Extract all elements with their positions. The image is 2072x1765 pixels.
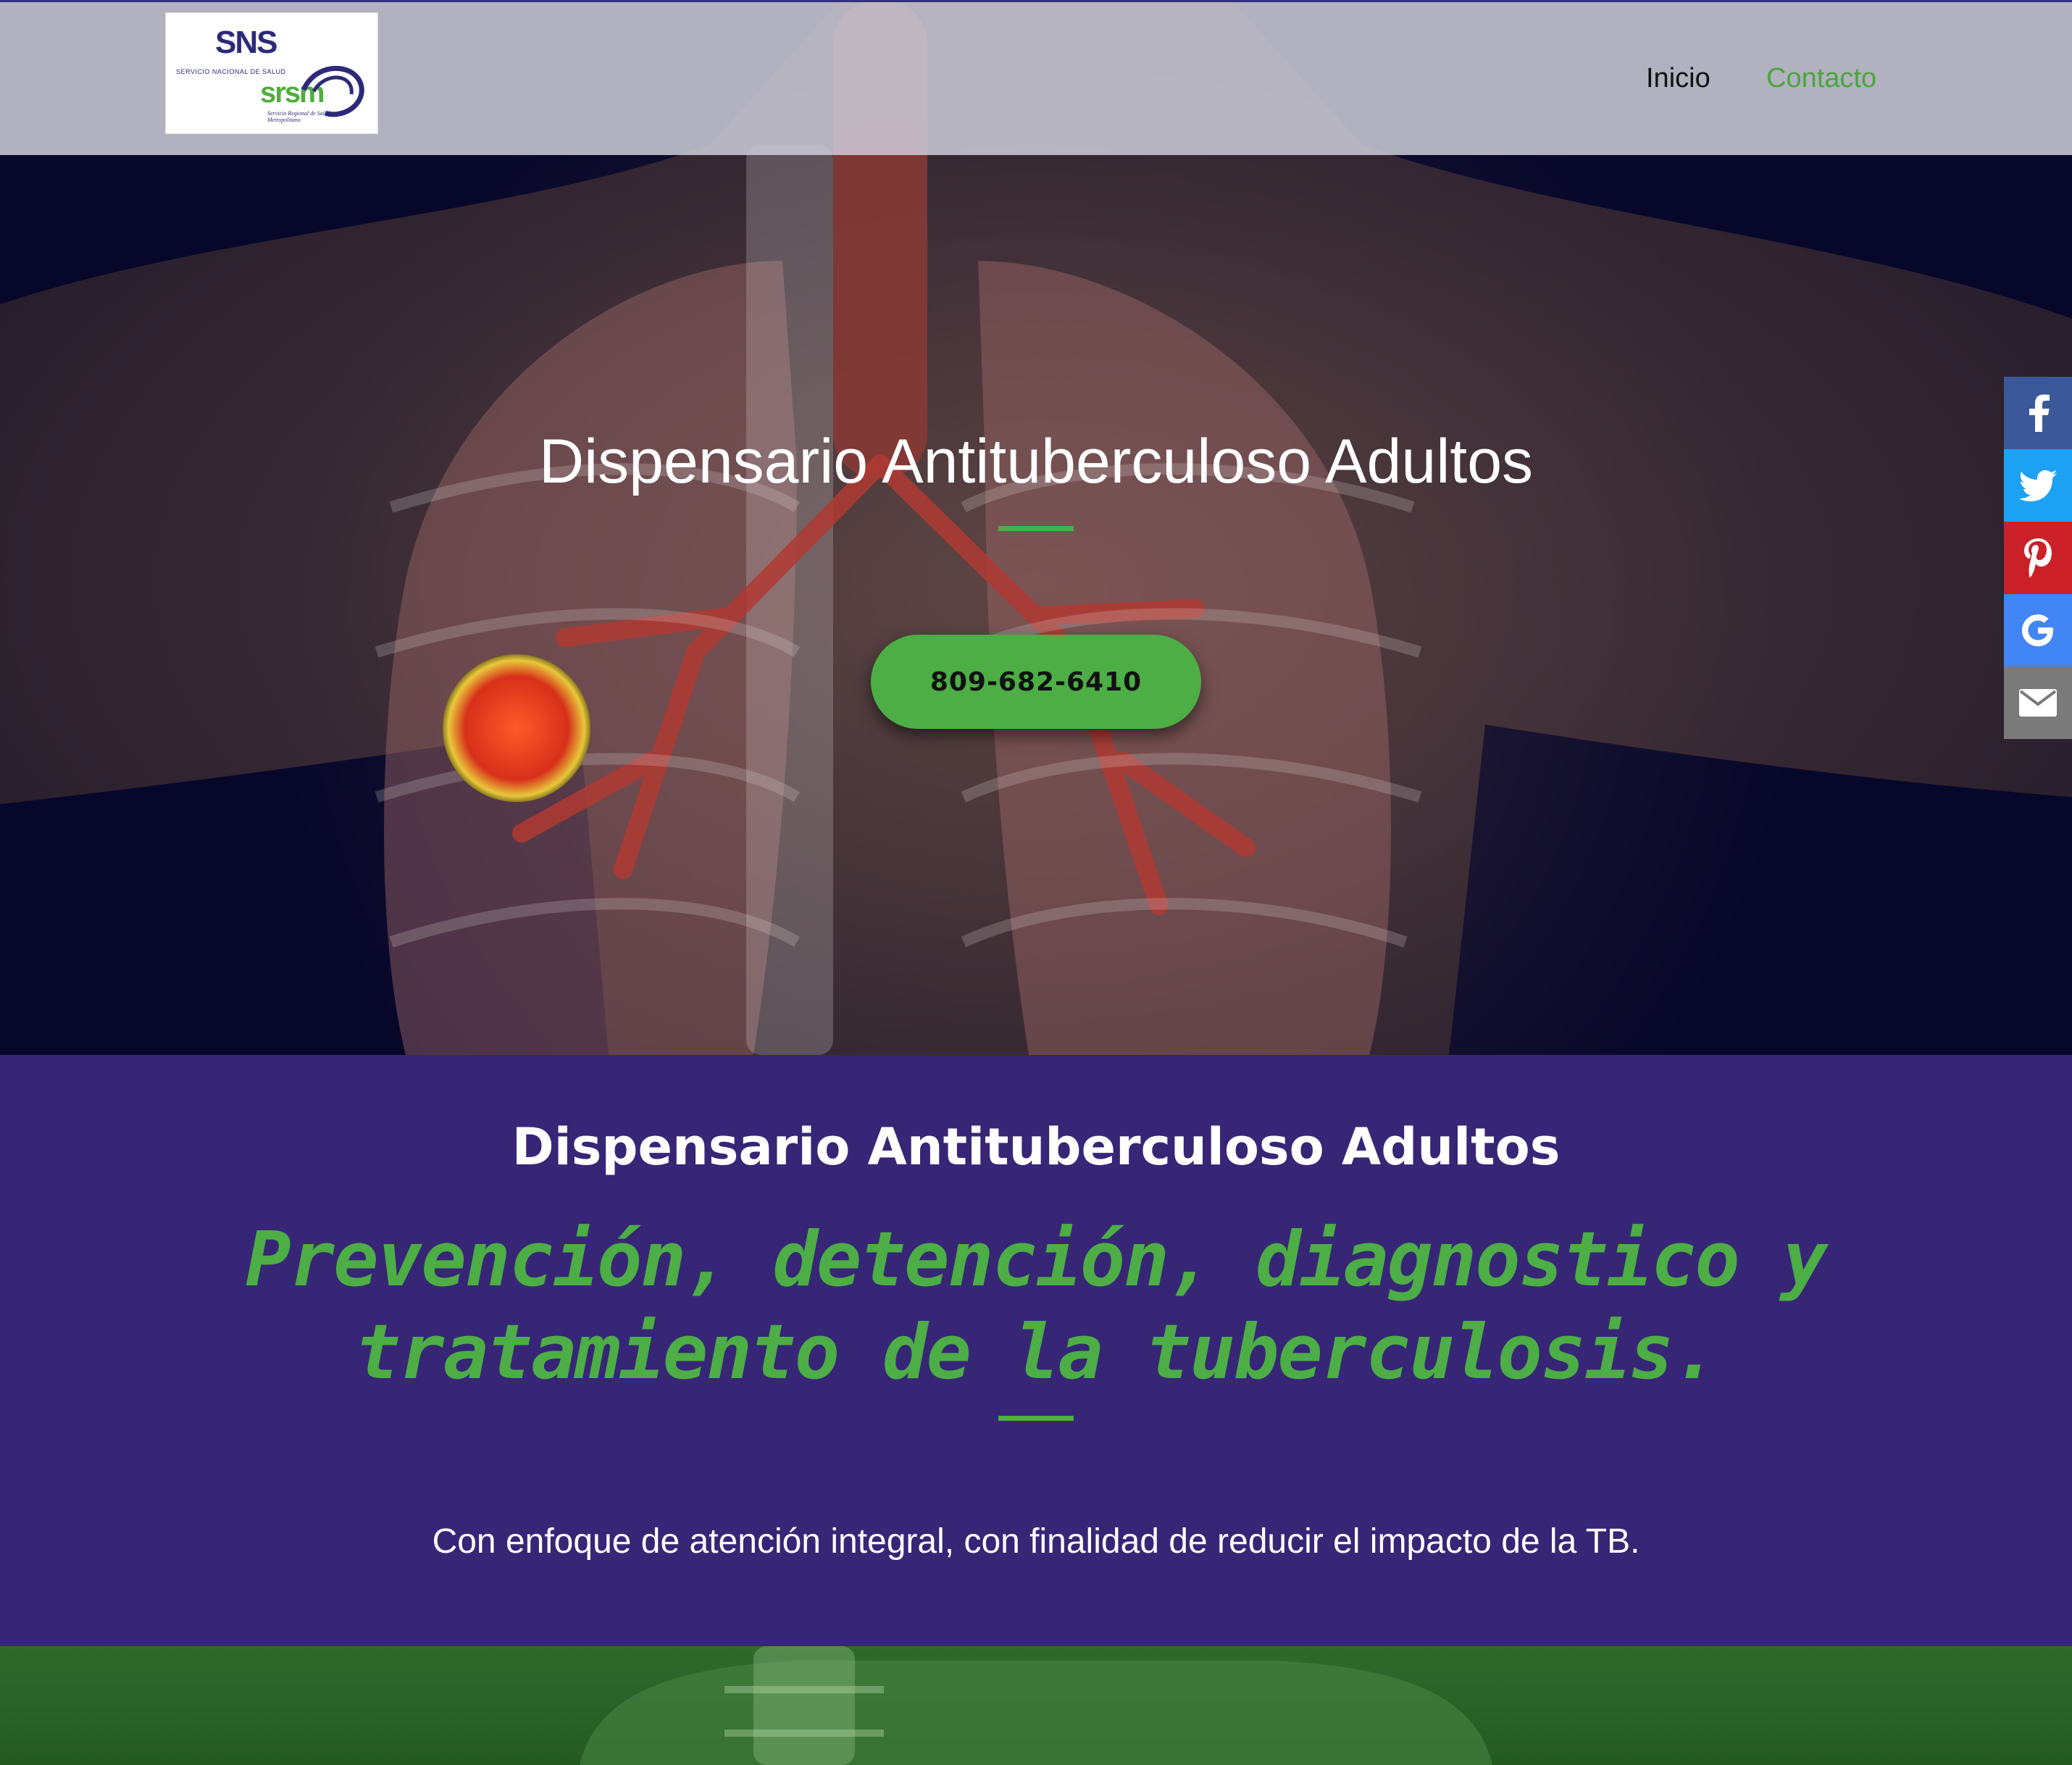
top-navbar: SNS SERVICIO NACIONAL DE SALUD srsm Serv…: [0, 0, 2072, 155]
facebook-icon: [2029, 394, 2050, 432]
logo-sns-subtitle: SERVICIO NACIONAL DE SALUD: [176, 68, 286, 75]
about-body-text: Con enfoque de atención integral, con fi…: [432, 1522, 1640, 1561]
about-section: Dispensario Antituberculoso Adultos Prev…: [0, 1055, 2072, 1646]
google-icon: [2022, 614, 2053, 646]
nav-inicio-link[interactable]: Inicio: [1646, 63, 1710, 94]
pinterest-icon: [2024, 538, 2052, 577]
twitter-icon: [2019, 470, 2057, 501]
logo-sns-text: SNS: [215, 25, 277, 60]
facebook-share-button[interactable]: [2004, 377, 2072, 449]
hero-divider: [998, 526, 1074, 531]
nav-contacto-link[interactable]: Contacto: [1766, 63, 1876, 94]
twitter-share-button[interactable]: [2004, 449, 2072, 522]
google-share-button[interactable]: [2004, 594, 2072, 667]
about-divider: [998, 1416, 1074, 1421]
about-title: Dispensario Antituberculoso Adultos: [511, 1117, 1561, 1177]
social-share-bar: [2004, 377, 2072, 739]
email-share-button[interactable]: [2004, 667, 2072, 739]
pinterest-share-button[interactable]: [2004, 522, 2072, 594]
next-section-banner: [0, 1646, 2072, 1765]
hero-title: Dispensario Antituberculoso Adultos: [538, 427, 1534, 496]
phone-call-button[interactable]: 809-682-6410: [871, 635, 1201, 729]
hero-section: SNS SERVICIO NACIONAL DE SALUD srsm Serv…: [0, 0, 2072, 1055]
sns-srsm-logo[interactable]: SNS SERVICIO NACIONAL DE SALUD srsm Serv…: [165, 12, 378, 134]
logo-swoosh-icon: [301, 65, 364, 117]
about-tagline: Prevención, detención, diagnostico y tra…: [245, 1215, 1828, 1396]
email-icon: [2019, 689, 2057, 717]
spine-illustration: [580, 1646, 1492, 1765]
